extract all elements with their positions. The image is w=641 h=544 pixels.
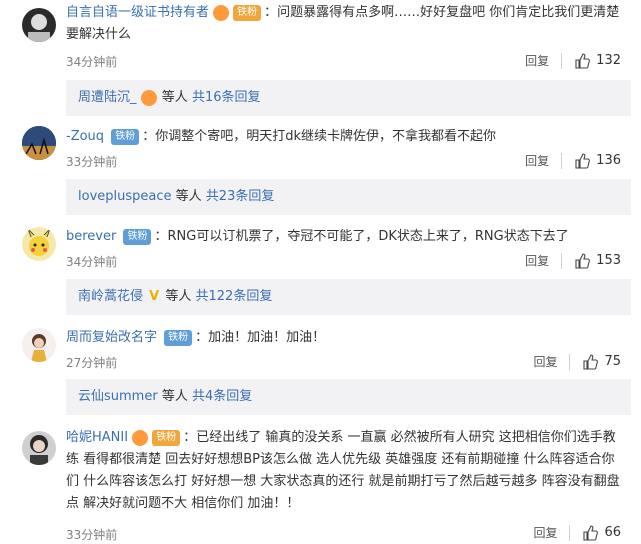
reply-button[interactable]: 回复 [525, 52, 549, 69]
thumbs-up-icon [575, 152, 591, 169]
username[interactable]: 哈妮HANII [66, 430, 128, 445]
reply-count-link[interactable]: 共4条回复 [192, 389, 252, 404]
like-button[interactable]: 66 [582, 524, 621, 541]
timestamp: 34分钟前 [66, 55, 118, 69]
thumbs-up-icon [583, 524, 599, 541]
thumbs-up-icon [575, 252, 591, 269]
reply-user[interactable]: 云仙summer [78, 389, 158, 404]
timestamp: 33分钟前 [66, 155, 118, 169]
reply-count-link[interactable]: 共122条回复 [196, 289, 273, 304]
verified-mark-icon: V [149, 289, 160, 304]
avatar[interactable] [22, 126, 56, 160]
reply-button[interactable]: 回复 [525, 252, 549, 269]
reply-count-link[interactable]: 共23条回复 [206, 189, 275, 204]
avatar-image-icon [30, 435, 48, 465]
reply-user[interactable]: 周遭陆沉_ [78, 90, 137, 105]
timestamp: 27分钟前 [66, 356, 118, 370]
timestamp: 34分钟前 [66, 255, 118, 269]
like-count: 66 [604, 525, 621, 540]
like-count: 75 [604, 354, 621, 369]
reply-suffix: 等人 [175, 189, 202, 204]
avatar-image-icon [27, 228, 51, 256]
like-count: 136 [596, 153, 621, 168]
like-button[interactable]: 136 [574, 152, 621, 169]
reply-user[interactable]: 南岭蒿花侵 [78, 289, 143, 304]
username[interactable]: 自言自语一级证书持有者 [66, 5, 209, 20]
timestamp: 33分钟前 [66, 528, 118, 542]
reply-user[interactable]: lovepluspeace [78, 189, 172, 204]
divider [561, 252, 563, 269]
username[interactable]: berever [66, 229, 116, 244]
like-count: 132 [596, 53, 621, 68]
comment-text: 你调整个寄吧，明天打dk继续卡牌佐伊，不拿我都看不起你 [155, 129, 496, 144]
like-button[interactable]: 132 [574, 52, 621, 69]
reply-button[interactable]: 回复 [533, 524, 557, 541]
divider [569, 353, 571, 370]
avatar[interactable] [22, 8, 56, 42]
fan-badge[interactable]: 铁粉 [233, 4, 262, 21]
divider [561, 52, 563, 69]
fan-badge[interactable]: 铁粉 [123, 228, 152, 245]
avatar[interactable] [22, 227, 56, 261]
avatar[interactable] [22, 328, 56, 362]
divider [569, 524, 571, 541]
comment-text: 已经出线了 输真的没关系 一直赢 必然被所有人研究 这把相信你们选手教练 看得都… [66, 430, 620, 511]
thumbs-up-icon [583, 353, 599, 370]
avatar-image-icon [28, 14, 50, 42]
emoji-icon [140, 89, 157, 106]
like-count: 153 [596, 253, 621, 268]
fan-emoji-icon [132, 429, 149, 446]
reply-button[interactable]: 回复 [525, 152, 549, 169]
username[interactable]: 周而复始改名字 [66, 330, 157, 345]
reply-suffix: 等人 [161, 90, 188, 105]
comment-text: 加油！加油！加油！ [208, 330, 326, 345]
reply-summary[interactable]: 南岭蒿花侵 V 等人 共122条回复 [66, 279, 631, 315]
reply-summary[interactable]: 云仙summer 等人 共4条回复 [66, 379, 631, 415]
reply-suffix: 等人 [161, 389, 188, 404]
avatar-image-icon [31, 334, 47, 362]
like-button[interactable]: 153 [574, 252, 621, 269]
username[interactable]: -Zouq [66, 129, 104, 144]
comment-text: RNG可以订机票了，夺冠不可能了，DK状态上来了，RNG状态下去了 [167, 229, 569, 244]
fan-badge[interactable]: 铁粉 [111, 128, 140, 145]
reply-count-link[interactable]: 共16条回复 [192, 90, 261, 105]
reply-summary[interactable]: lovepluspeace 等人 共23条回复 [66, 179, 631, 215]
like-button[interactable]: 75 [582, 353, 621, 370]
reply-summary[interactable]: 周遭陆沉_ 等人 共16条回复 [66, 80, 631, 116]
fan-badge[interactable]: 铁粉 [152, 429, 181, 446]
divider [561, 152, 563, 169]
fan-badge[interactable]: 铁粉 [164, 329, 193, 346]
avatar[interactable] [22, 431, 56, 465]
thumbs-up-icon [575, 52, 591, 69]
fan-emoji-icon [213, 4, 230, 21]
avatar-image-icon [22, 126, 56, 160]
reply-button[interactable]: 回复 [533, 353, 557, 370]
reply-suffix: 等人 [165, 289, 192, 304]
